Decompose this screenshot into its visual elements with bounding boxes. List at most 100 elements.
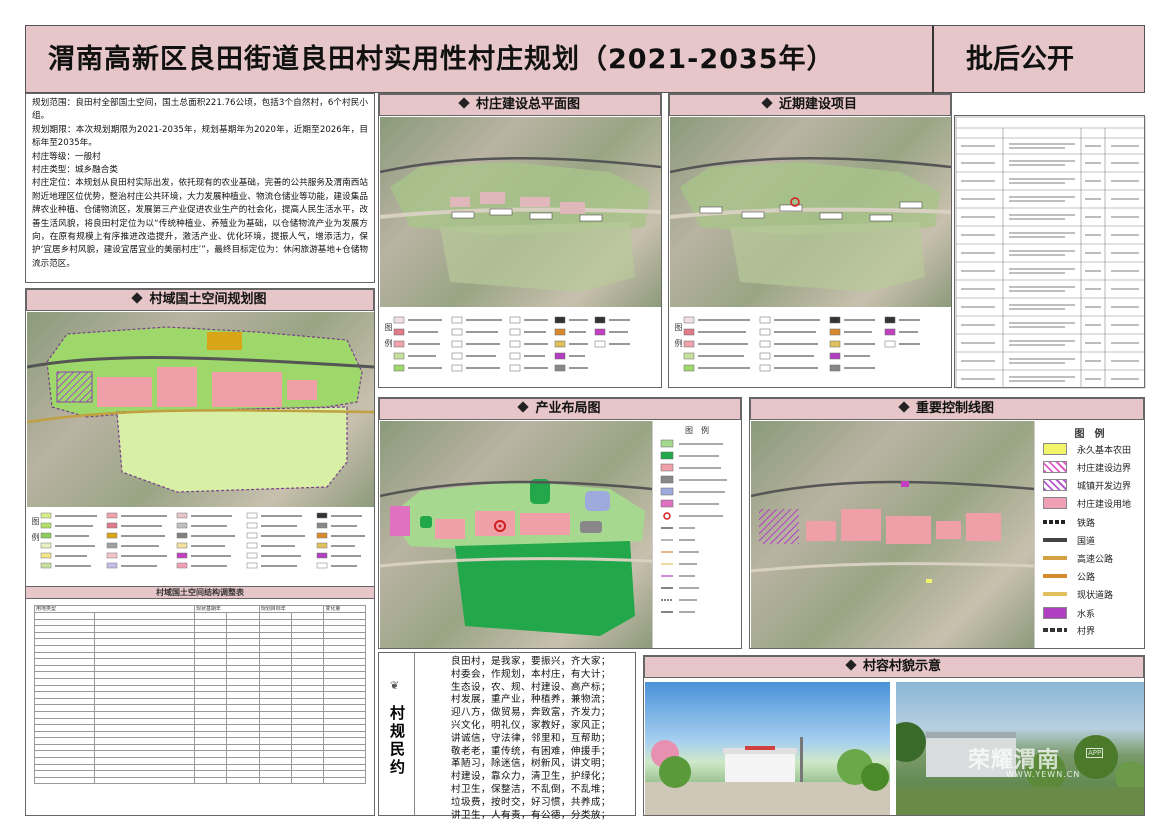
industry-map-drawing — [379, 479, 653, 636]
header-divider — [932, 26, 934, 94]
legend-swatches — [40, 512, 365, 569]
table-row — [34, 697, 366, 706]
table-header-cell: 规划目标年 — [258, 605, 325, 613]
diamond-icon — [761, 97, 773, 109]
village-scene-image-1 — [645, 682, 890, 815]
rule-line: 革陋习，除迷信，树新风，讲文明； — [451, 758, 611, 770]
master-plan-map — [379, 117, 662, 307]
legend-item: 现状道路 — [1043, 589, 1113, 603]
leaf-icon: ❦ — [390, 679, 400, 692]
recent-projects-table — [954, 115, 1146, 389]
diamond-icon — [131, 292, 144, 304]
rule-line: 村建设，靠众力，清卫生，护绿化； — [451, 771, 611, 783]
table-row — [34, 743, 366, 752]
recent-projects-map — [669, 117, 952, 307]
legend-swatches — [660, 439, 727, 613]
village-land-panel: 村域国土空间规划图 图 例 — [25, 288, 375, 594]
legend-label: 图 例 — [31, 517, 40, 541]
table-header-cell: 用地类型 — [34, 605, 195, 613]
scene-1-drawing — [645, 737, 890, 815]
legend-swatch — [1043, 556, 1067, 560]
table-row — [34, 631, 366, 640]
rule-line: 良田村，是我家，要振兴，齐大家； — [451, 656, 611, 667]
legend-swatch — [1043, 538, 1067, 542]
legend-label: 图 例 — [674, 323, 683, 347]
control-lines-map — [750, 421, 1035, 648]
watermark-site: WWW.YEWN.CN — [1006, 770, 1081, 779]
rule-line: 生态设，农、规、村建设、高产标； — [451, 681, 611, 693]
page-header: 渭南高新区良田街道良田村实用性村庄规划（2021-2035年） 批后公开 — [25, 25, 1145, 94]
table-body: 用地类型 现状基期年 规划目标年 变化量 — [26, 599, 374, 785]
table-title: 村域国土空间结构调整表 — [26, 587, 374, 599]
panel-title: 村庄建设总平面图 — [379, 94, 661, 116]
master-plan-legend: 图 例 — [380, 307, 661, 387]
legend-item: 村庄建设边界 — [1043, 461, 1131, 475]
rule-line: 村发展，重产业，种植养，兼物流； — [451, 694, 611, 706]
master-plan-panel: 村庄建设总平面图 图 例 — [378, 93, 662, 388]
watermark-app: APP — [1086, 748, 1104, 758]
control-lines-panel: 重要控制线图 图 例 永久基本农田 村庄建设边界 城镇开发边界 村庄建设用地 铁… — [749, 397, 1145, 649]
legend-swatch — [1043, 497, 1067, 509]
table-row — [34, 677, 366, 686]
table-row — [34, 644, 366, 653]
industry-panel: 产业布局图 图 例 — [378, 397, 742, 649]
recent-projects-legend: 图 例 — [670, 307, 951, 387]
desc-line: 村庄类型：城乡融合类 — [32, 165, 118, 176]
rule-line: 讲卫生，人有责，有公德，分类放； — [451, 809, 611, 821]
legend-swatch — [1043, 461, 1067, 473]
land-structure-table: 用地类型 现状基期年 规划目标年 变化量 — [34, 605, 366, 785]
table-row — [34, 684, 366, 693]
page-title: 渭南高新区良田街道良田村实用性村庄规划（2021-2035年） — [48, 44, 835, 75]
rule-line: 迎八方，做贸易，奔致富，齐发力； — [451, 707, 611, 719]
control-legend: 图 例 永久基本农田 村庄建设边界 城镇开发边界 村庄建设用地 铁路 国道 高速… — [1034, 421, 1144, 648]
table-row — [34, 612, 366, 620]
panel-title: 近期建设项目 — [669, 94, 951, 116]
table-row — [34, 691, 366, 699]
table-row — [34, 770, 366, 778]
planning-description: 规划范围：良田村全部国土空间，国土总面积221.76公顷，包括3个自然村，6个村… — [25, 93, 375, 283]
table-row — [34, 704, 366, 712]
table-row — [34, 664, 366, 673]
table-row — [34, 776, 366, 785]
legend-swatch — [1043, 443, 1067, 455]
table-row — [34, 737, 366, 745]
legend-item: 高速公路 — [1043, 553, 1113, 567]
panel-title: 重要控制线图 — [750, 398, 1144, 420]
recent-projects-drawing — [669, 157, 952, 292]
legend-label: 图 例 — [384, 323, 393, 347]
table-row — [34, 717, 366, 726]
panel-title: 村容村貌示意 — [644, 656, 1144, 678]
desc-line: 规划范围：良田村全部国土空间，国土总面积221.76公顷，包括3个自然村，6个村… — [32, 98, 368, 122]
land-use-map-drawing — [26, 326, 375, 493]
village-scene-image-2: 荣耀渭南 APP WWW.YEWN.CN — [886, 682, 1147, 815]
recent-projects-panel: 近期建设项目 图 例 — [668, 93, 952, 388]
table-row — [34, 651, 366, 660]
legend-item: 城镇开发边界 — [1043, 479, 1131, 493]
legend-label: 图 例 — [685, 426, 709, 435]
table-row — [34, 625, 366, 633]
table-row — [34, 618, 366, 627]
table-row — [34, 750, 366, 759]
rules-text: 良田村，是我家，要振兴，齐大家； 村委会，作规划，本村庄，有大计； 生态设，农、… — [451, 656, 631, 822]
diamond-icon — [845, 659, 857, 671]
legend-swatches — [683, 316, 920, 372]
legend-swatch — [1043, 520, 1067, 524]
legend-title: 图 例 — [1074, 429, 1105, 440]
legend-item: 村庄建设用地 — [1043, 497, 1131, 511]
legend-swatch — [1043, 628, 1067, 632]
diamond-icon — [898, 401, 910, 413]
rule-line: 垃圾费，按时交，好习惯，共养成； — [451, 796, 611, 808]
table-header-cell: 现状基期年 — [194, 605, 260, 613]
rules-label-column: ❦ 村规民约 — [379, 653, 415, 815]
table-row — [34, 730, 366, 739]
land-use-legend: 图 例 — [27, 507, 374, 579]
panel-title: 村域国土空间规划图 — [26, 289, 374, 311]
panel-title: 产业布局图 — [379, 398, 741, 420]
master-plan-drawing — [379, 157, 662, 292]
table-header-cell: 变化量 — [323, 605, 366, 613]
rule-line: 村委会，作规划，本村庄，有大计； — [451, 668, 611, 680]
rules-title: 村规民约 — [388, 705, 406, 777]
legend-swatches — [393, 316, 630, 372]
table-row — [34, 763, 366, 772]
control-lines-drawing — [750, 480, 1035, 583]
